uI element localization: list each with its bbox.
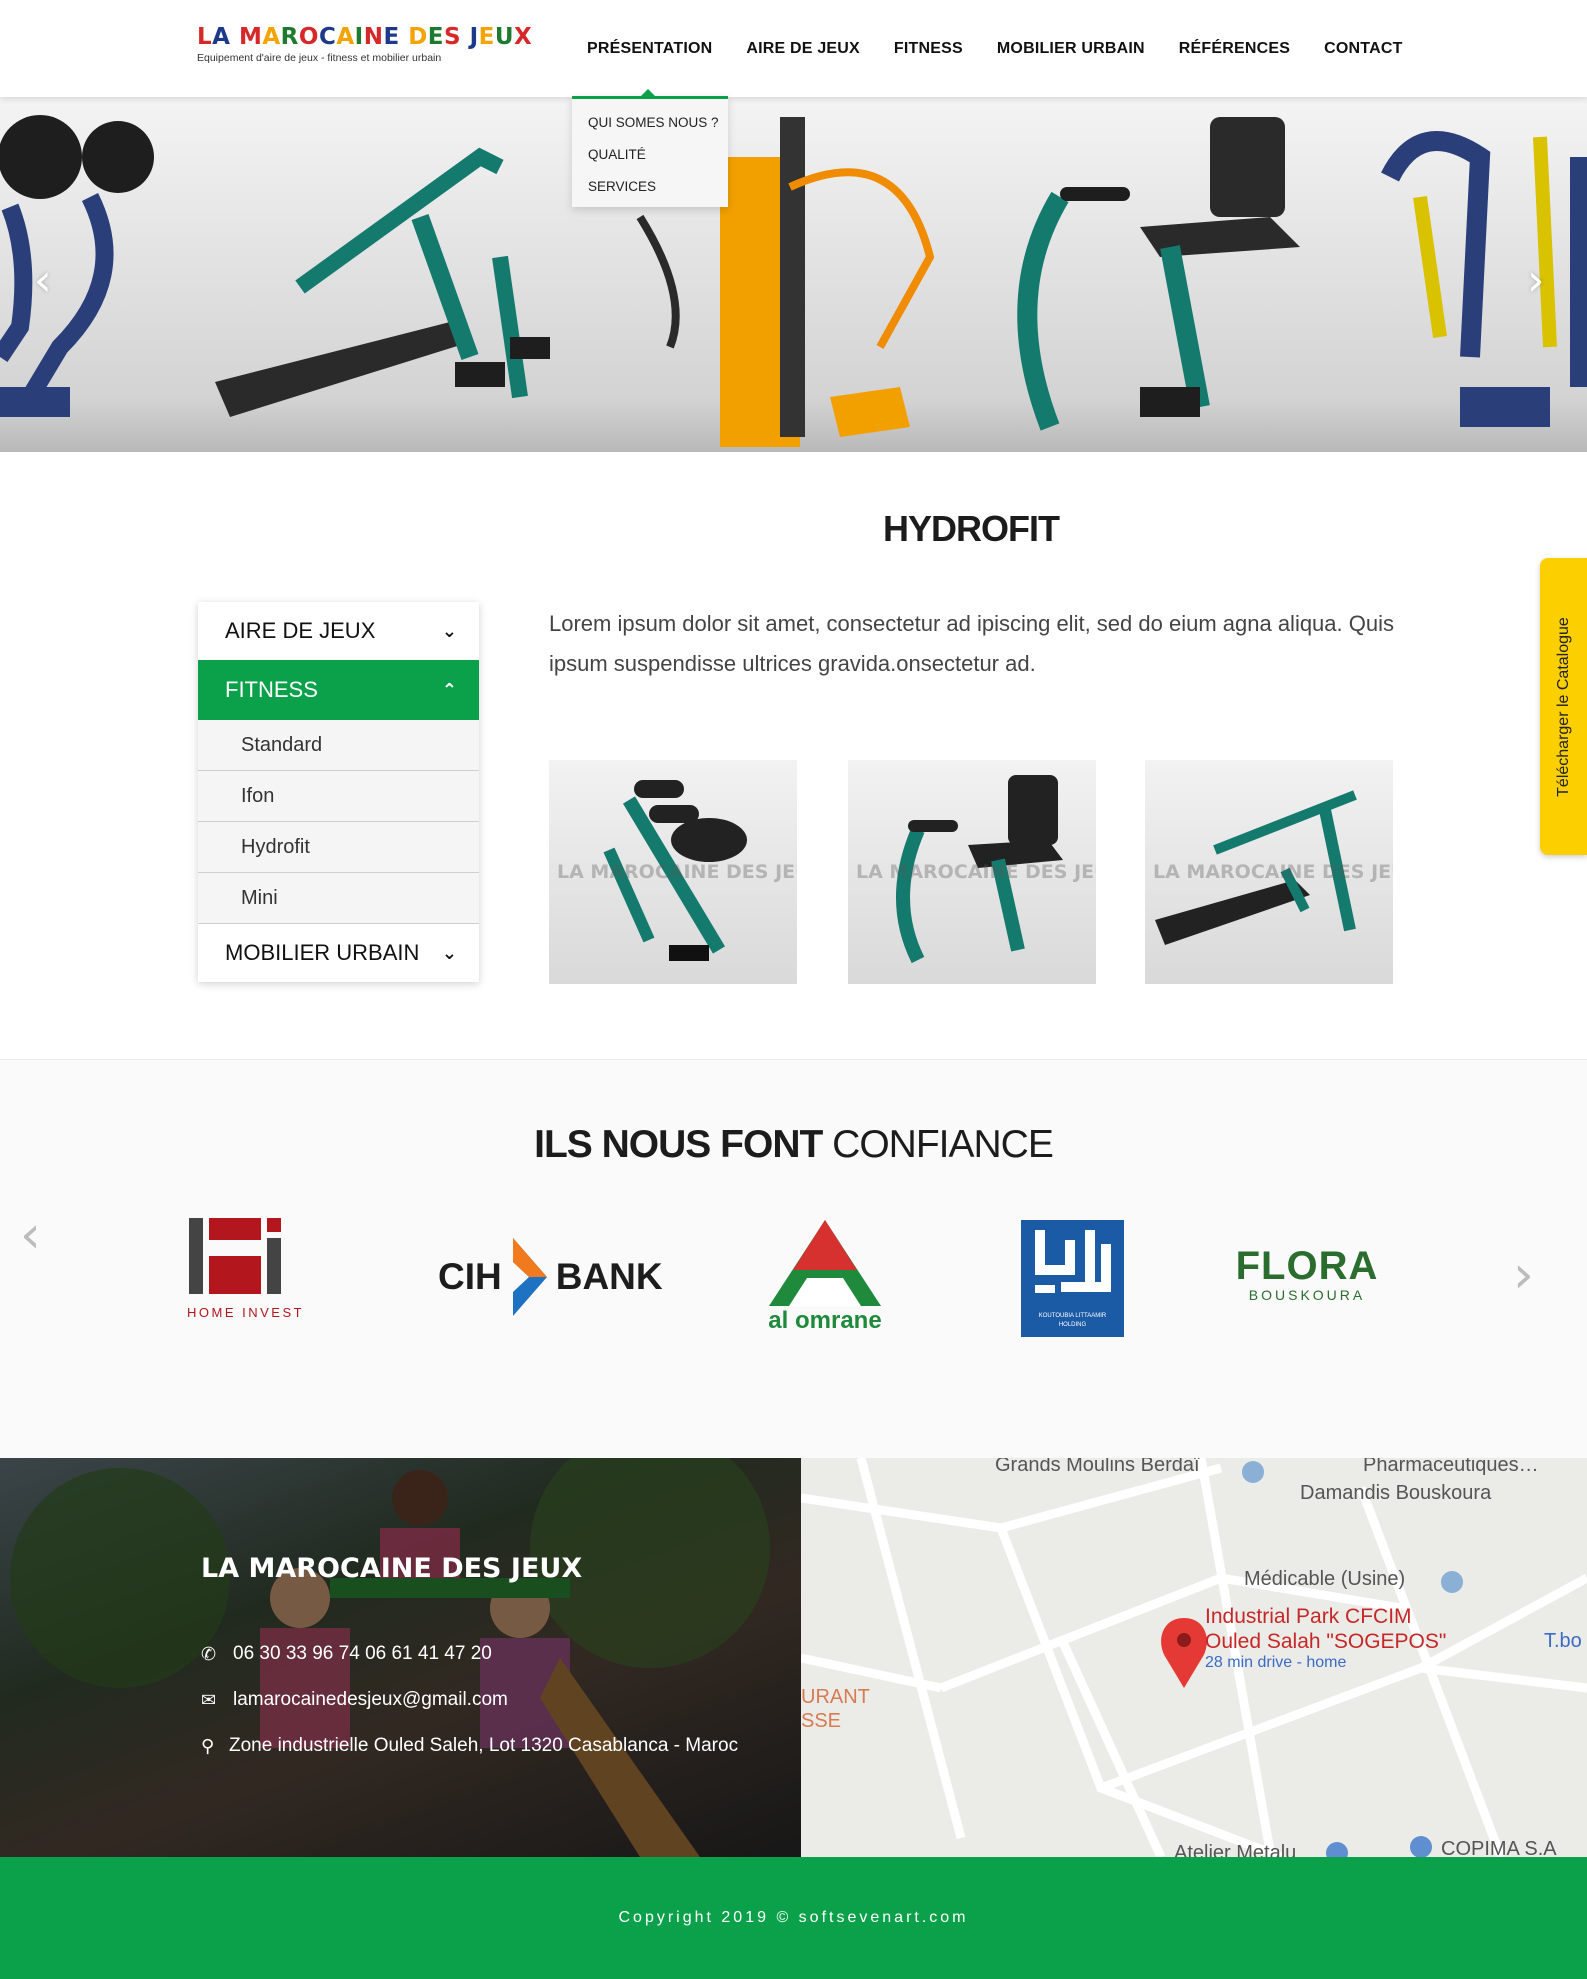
copyright-bar: Copyright 2019 © softsevenart.com	[0, 1857, 1587, 1979]
nav-mobilier-urbain[interactable]: MOBILIER URBAIN	[997, 40, 1145, 58]
bank-label: BANK	[555, 1256, 663, 1297]
subcategory-standard[interactable]: Standard	[198, 720, 479, 771]
logo-subtitle: Equipement d'aire de jeux - fitness et m…	[197, 52, 442, 64]
clients-prev-icon[interactable]: ‹	[20, 1205, 41, 1265]
watermark: LA MAROCAINE DES JEUX	[856, 861, 1096, 883]
clients-title: ILS NOUS FONT CONFIANCE	[0, 1123, 1587, 1167]
client-logo-koutoubia[interactable]: KOUTOUBIA LITTAAMIR HOLDING	[1021, 1220, 1124, 1337]
map-marker-icon: ⚲	[201, 1735, 215, 1757]
category-label: MOBILIER URBAIN	[225, 940, 420, 965]
main-nav: PRÉSENTATION AIRE DE JEUX FITNESS MOBILI…	[570, 0, 1420, 97]
clients-next-icon[interactable]: ›	[1513, 1245, 1534, 1305]
client-logo-home-invest[interactable]: HOME INVEST	[187, 1216, 311, 1331]
logo[interactable]: LA MAROCAINE DES JEUX Equipement d'aire …	[197, 24, 532, 64]
map-label-atelier: Atelier Metalu	[1174, 1842, 1297, 1857]
dropdown-item-services[interactable]: SERVICES	[572, 179, 728, 211]
map-label-copima: COPIMA S.A	[1441, 1838, 1557, 1857]
hero-equipment-illustration	[0, 115, 1587, 447]
logo-title: LA MAROCAINE DES JEUX	[197, 24, 533, 50]
cih-arrow-mark	[512, 1238, 547, 1316]
footer-brand: LA MAROCAINE DES JEUX	[201, 1553, 583, 1584]
nav-presentation[interactable]: PRÉSENTATION	[587, 40, 712, 58]
phone-icon: ✆	[201, 1643, 217, 1665]
phone-text[interactable]: 06 30 33 96 74 06 61 41 47 20	[233, 1643, 492, 1665]
map-label-medicable: Médicable (Usine)	[1244, 1568, 1406, 1590]
map-label-urant: URANT	[801, 1686, 870, 1708]
presentation-dropdown: QUI SOMES NOUS ? QUALITÉ SERVICES	[572, 89, 728, 207]
subcategory-mini[interactable]: Mini	[198, 873, 479, 924]
product-thumbnail[interactable]: LA MAROCAINE DES JEUX	[1145, 760, 1393, 984]
map-streets	[801, 1458, 1587, 1857]
al-omrane-mark	[769, 1220, 881, 1306]
hero-next-icon[interactable]: ›	[1527, 255, 1545, 306]
watermark: LA MAROCAINE DES JEUX	[1153, 861, 1393, 883]
home-invest-label: HOME INVEST	[187, 1305, 305, 1320]
client-logo-al-omrane[interactable]: al omrane	[767, 1218, 883, 1334]
product-thumbnail[interactable]: LA MAROCAINE DES JEUX	[848, 760, 1096, 984]
place-drive-time: 28 min drive - home	[1205, 1654, 1347, 1671]
map-label-sse: SSE	[801, 1710, 842, 1732]
product-description: Lorem ipsum dolor sit amet, consectetur …	[549, 611, 1394, 676]
place-name-line2: Ouled Salah "SOGEPOS"	[1205, 1630, 1447, 1653]
category-label: AIRE DE JEUX	[225, 618, 376, 643]
nav-contact[interactable]: CONTACT	[1324, 40, 1402, 58]
category-mobilier-urbain[interactable]: MOBILIER URBAIN ⌄	[198, 924, 479, 982]
client-logo-cih-bank[interactable]: CIH BANK	[438, 1236, 674, 1318]
product-thumbnail[interactable]: LA MAROCAINE DES JEUX	[549, 760, 797, 984]
dropdown-item-qui-sommes-nous[interactable]: QUI SOMES NOUS ?	[572, 115, 728, 147]
nav-references[interactable]: RÉFÉRENCES	[1179, 40, 1290, 58]
category-label: FITNESS	[225, 677, 318, 702]
page-title: HYDROFIT	[883, 508, 1060, 549]
subcategory-hydrofit[interactable]: Hydrofit	[198, 822, 479, 873]
footer-address: ⚲ Zone industrielle Ouled Saleh, Lot 132…	[201, 1735, 738, 1757]
download-catalog-button[interactable]: Télécharger le Catalogue	[1540, 558, 1587, 855]
email-text[interactable]: lamarocainedesjeux@gmail.com	[233, 1689, 508, 1711]
clients-title-bold: ILS NOUS FONT	[534, 1123, 823, 1166]
chevron-down-icon: ⌄	[441, 620, 457, 642]
dropdown-item-qualite[interactable]: QUALITÉ	[572, 147, 728, 179]
hero-prev-icon[interactable]: ‹	[34, 255, 52, 306]
koutoubia-mark	[1035, 1230, 1111, 1293]
flora-label: FLORA	[1235, 1244, 1379, 1288]
category-fitness[interactable]: FITNESS ⌃	[198, 660, 479, 720]
map-label-tbo: T.bo	[1544, 1630, 1582, 1652]
chevron-up-icon: ⌃	[441, 679, 457, 701]
footer-email: ✉ lamarocainedesjeux@gmail.com	[201, 1689, 508, 1711]
header: LA MAROCAINE DES JEUX Equipement d'aire …	[0, 0, 1587, 97]
client-logo-flora[interactable]: FLORA BOUSKOURA	[1232, 1245, 1382, 1305]
subcategory-ifon[interactable]: Ifon	[198, 771, 479, 822]
flora-sub-label: BOUSKOURA	[1248, 1287, 1366, 1303]
map-label-berdai: Grands Moulins Berdaï	[995, 1458, 1200, 1476]
google-map[interactable]: Grands Moulins Berdaï Pharmaceutiques… D…	[801, 1458, 1587, 1857]
al-omrane-label: al omrane	[768, 1307, 882, 1334]
category-sidebar: AIRE DE JEUX ⌄ FITNESS ⌃ Standard Ifon H…	[198, 602, 479, 982]
nav-fitness[interactable]: FITNESS	[894, 40, 963, 58]
cih-label: CIH	[438, 1256, 502, 1297]
address-text: Zone industrielle Ouled Saleh, Lot 1320 …	[229, 1735, 739, 1756]
place-name-line1: Industrial Park CFCIM	[1205, 1605, 1412, 1628]
nav-aire-de-jeux[interactable]: AIRE DE JEUX	[746, 40, 860, 58]
watermark: LA MAROCAINE DES JEUX	[557, 861, 797, 883]
category-aire-de-jeux[interactable]: AIRE DE JEUX ⌄	[198, 602, 479, 660]
envelope-icon: ✉	[201, 1689, 217, 1711]
hero-slider: ‹ ›	[0, 97, 1587, 452]
footer-phone: ✆ 06 30 33 96 74 06 61 41 47 20	[201, 1643, 492, 1665]
map-label-pharmaceutiques: Pharmaceutiques…	[1363, 1458, 1539, 1476]
map-place-card[interactable]: Industrial Park CFCIM Ouled Salah "SOGEP…	[1205, 1604, 1446, 1672]
home-invest-mark	[189, 1218, 281, 1294]
koutoubia-label: KOUTOUBIA LITTAAMIR HOLDING	[1038, 1313, 1107, 1328]
map-label-damandis: Damandis Bouskoura	[1300, 1482, 1492, 1504]
chevron-down-icon: ⌄	[441, 942, 457, 964]
clients-title-light: CONFIANCE	[832, 1123, 1054, 1166]
catalog-label: Télécharger le Catalogue	[1554, 616, 1572, 797]
